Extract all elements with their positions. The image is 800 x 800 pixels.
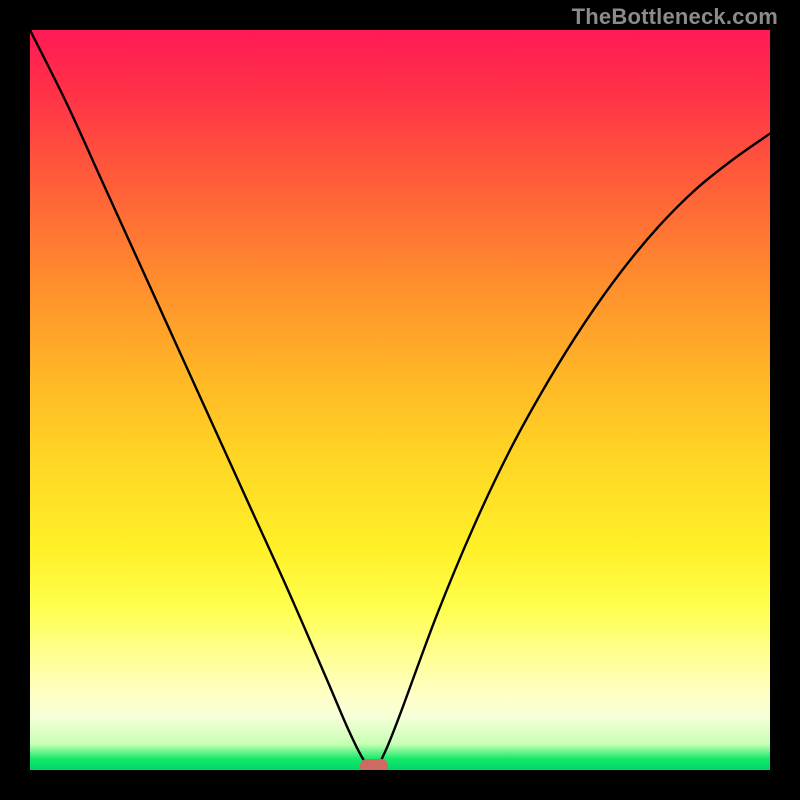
watermark-text: TheBottleneck.com — [572, 4, 778, 30]
chart-container: TheBottleneck.com — [0, 0, 800, 800]
bottleneck-curve — [30, 30, 770, 770]
plot-area — [30, 30, 770, 770]
optimal-point-marker — [360, 759, 388, 770]
